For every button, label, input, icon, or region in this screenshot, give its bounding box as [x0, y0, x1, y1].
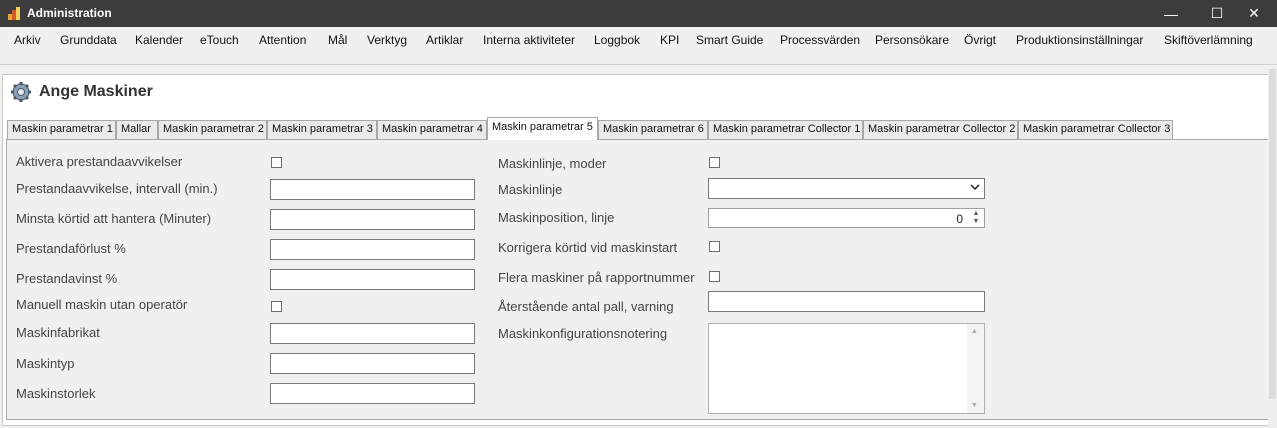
field-label: Maskinposition, linje	[498, 210, 615, 225]
menu-kpi[interactable]: KPI	[660, 33, 679, 47]
field-label: Flera maskiner på rapportnummer	[498, 270, 695, 285]
field-label: Maskintyp	[16, 356, 75, 371]
field-label: Prestandaavvikelse, intervall (min.)	[16, 181, 218, 196]
menu-loggbok[interactable]: Loggbok	[594, 33, 640, 47]
textarea-scrollbar[interactable]: ▲ ▼	[967, 324, 984, 413]
app-logo-icon	[8, 7, 20, 20]
maskintyp-input[interactable]	[270, 353, 475, 374]
title-bar: Administration — ☐ ✕	[0, 0, 1277, 27]
field-label: Maskinkonfigurationsnotering	[498, 326, 668, 341]
menu-personsokare[interactable]: Personsökare	[875, 33, 949, 47]
tab-maskin-parametrar-2[interactable]: Maskin parametrar 2	[158, 120, 267, 139]
maskinstorlek-input[interactable]	[270, 383, 475, 404]
spinner-down-icon[interactable]: ▼	[970, 218, 982, 226]
tab-maskin-parametrar-collector-1[interactable]: Maskin parametrar Collector 1	[708, 120, 863, 139]
tab-maskin-parametrar-collector-3[interactable]: Maskin parametrar Collector 3	[1018, 120, 1173, 139]
menu-processvarden[interactable]: Processvärden	[780, 33, 860, 47]
menu-etouch[interactable]: eTouch	[200, 33, 239, 47]
prestandaforlust-input[interactable]	[270, 239, 475, 260]
maskinlinje-moder-checkbox[interactable]	[709, 157, 720, 168]
korrigera-kortid-checkbox[interactable]	[709, 241, 720, 252]
field-label: Maskinlinje	[498, 182, 563, 197]
prestandaavvikelse-intervall-input[interactable]	[270, 179, 475, 200]
menu-artiklar[interactable]: Artiklar	[426, 33, 463, 47]
tab-maskin-parametrar-5[interactable]: Maskin parametrar 5	[487, 117, 598, 140]
aktivera-prestandaavvikelser-checkbox[interactable]	[271, 157, 282, 168]
toolbar-separator	[0, 64, 1277, 65]
field-label: Maskinstorlek	[16, 386, 96, 401]
field-label: Korrigera körtid vid maskinstart	[498, 240, 678, 255]
menu-produktionsinstallningar[interactable]: Produktionsinställningar	[1016, 33, 1143, 47]
prestandavinst-input[interactable]	[270, 269, 475, 290]
field-label: Prestandavinst %	[16, 271, 118, 286]
field-label: Maskinfabrikat	[16, 325, 100, 340]
scroll-down-icon[interactable]: ▼	[971, 402, 978, 409]
field-label: Maskinlinje, moder	[498, 156, 607, 171]
tab-mallar[interactable]: Mallar	[116, 120, 158, 139]
spinner-value: 0	[956, 212, 963, 226]
menu-attention[interactable]: Attention	[259, 33, 306, 47]
menu-bar: Arkiv Grunddata Kalender eTouch Attentio…	[0, 27, 1277, 53]
window-scrollbar[interactable]	[1268, 65, 1277, 428]
tab-maskin-parametrar-3[interactable]: Maskin parametrar 3	[267, 120, 377, 139]
aterstaende-antal-pall-input[interactable]	[708, 291, 985, 312]
tab-maskin-parametrar-1[interactable]: Maskin parametrar 1	[7, 120, 116, 139]
field-label: Prestandaförlust %	[16, 241, 126, 256]
maskinposition-spinner[interactable]: 0 ▲ ▼	[708, 208, 985, 228]
flera-maskiner-checkbox[interactable]	[709, 271, 720, 282]
tab-maskin-parametrar-collector-2[interactable]: Maskin parametrar Collector 2	[863, 120, 1018, 139]
spinner-up-icon[interactable]: ▲	[970, 210, 982, 218]
field-label: Aktivera prestandaavvikelser	[16, 154, 183, 169]
menu-grunddata[interactable]: Grunddata	[60, 33, 117, 47]
menu-ovrigt[interactable]: Övrigt	[964, 33, 996, 47]
menu-interna-aktiviteter[interactable]: Interna aktiviteter	[483, 33, 575, 47]
minimize-button[interactable]: —	[1148, 0, 1194, 27]
tab-maskin-parametrar-4[interactable]: Maskin parametrar 4	[377, 120, 487, 139]
window-title: Administration	[27, 6, 112, 20]
menu-smart-guide[interactable]: Smart Guide	[696, 33, 763, 47]
scrollbar-thumb[interactable]	[1269, 69, 1276, 399]
menu-skiftoverlamning[interactable]: Skiftöverlämning	[1164, 33, 1253, 47]
field-label: Manuell maskin utan operatör	[16, 297, 188, 312]
menu-arkiv[interactable]: Arkiv	[14, 33, 41, 47]
close-button[interactable]: ✕	[1231, 0, 1277, 27]
tab-maskin-parametrar-6[interactable]: Maskin parametrar 6	[598, 120, 708, 139]
menu-verktyg[interactable]: Verktyg	[367, 33, 407, 47]
maskinkonfigurationsnotering-textarea[interactable]: ▲ ▼	[708, 323, 985, 414]
manuell-maskin-checkbox[interactable]	[271, 301, 282, 312]
minsta-kortid-input[interactable]	[270, 209, 475, 230]
page-title: Ange Maskiner	[39, 83, 153, 100]
field-label: Återstående antal pall, varning	[498, 299, 674, 314]
menu-kalender[interactable]: Kalender	[135, 33, 183, 47]
maskinlinje-select[interactable]	[708, 178, 985, 199]
menu-mal[interactable]: Mål	[328, 33, 347, 47]
chevron-down-icon	[970, 184, 980, 191]
gear-icon	[11, 82, 31, 102]
field-label: Minsta körtid att hantera (Minuter)	[16, 211, 212, 226]
scroll-up-icon[interactable]: ▲	[971, 328, 978, 335]
maskinfabrikat-input[interactable]	[270, 323, 475, 344]
